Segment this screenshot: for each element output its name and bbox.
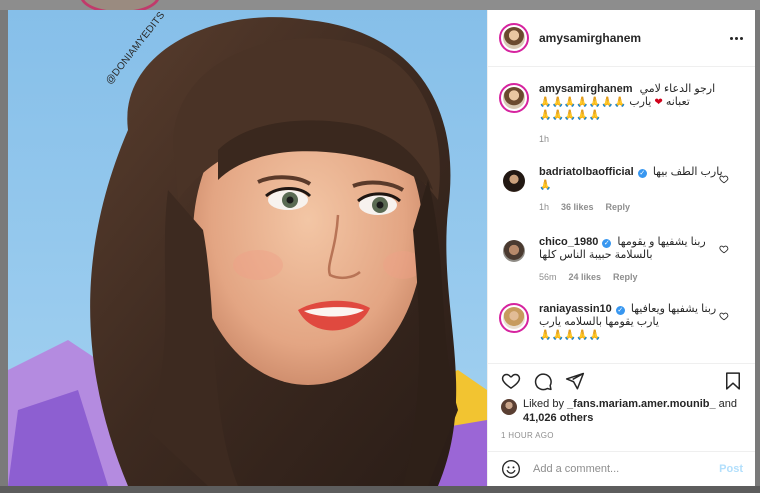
post-header: amysamirghanem	[488, 10, 755, 67]
caption-text-line2b: يارب	[629, 96, 652, 108]
comment-time: 56m	[539, 272, 557, 282]
verified-badge-icon: ✓	[615, 306, 625, 315]
comment-body: يارب الطف بيها	[652, 166, 723, 178]
caption-emoji-row1: 🙏🙏🙏🙏🙏🙏🙏	[539, 97, 627, 108]
more-options-icon[interactable]	[730, 33, 743, 44]
caption-username[interactable]: amysamirghanem	[539, 83, 633, 95]
add-comment-bar: Post	[488, 451, 755, 486]
comment-avatar[interactable]	[499, 166, 529, 196]
likes-prefix: Liked by	[523, 398, 564, 410]
post-caption: amysamirghanem ارجو الدعاء لامي 🙏🙏🙏🙏🙏🙏🙏 …	[488, 67, 755, 166]
post-photo[interactable]: @DONIAMYEDITS	[8, 10, 487, 486]
likes-connector: and	[718, 398, 738, 410]
caption-time: 1h	[539, 134, 550, 144]
reply-button[interactable]: Reply	[606, 202, 631, 212]
author-avatar[interactable]	[499, 23, 529, 53]
comment-item: badriatolbaofficial ✓ يارب الطف بيها 🙏 1h…	[488, 166, 755, 236]
comment-username[interactable]: raniayassin10	[539, 303, 612, 315]
comment-avatar[interactable]	[499, 236, 529, 266]
caption-text-line2a: تعبانه	[665, 96, 690, 108]
portrait-illustration	[8, 10, 487, 486]
red-heart-emoji-icon: ❤	[654, 97, 663, 108]
post-side-panel: amysamirghanem amysamirghanem ارجو الدعا…	[487, 10, 755, 486]
liker-avatar[interactable]	[501, 399, 517, 415]
verified-badge-icon: ✓	[637, 169, 647, 178]
comment-emoji: 🙏🙏🙏🙏🙏	[539, 330, 602, 341]
comment-emoji: 🙏	[539, 180, 552, 191]
post-modal: @DONIAMYEDITS amysamirghanem amysamirgha…	[8, 10, 755, 486]
comment-meta: 1h 36 likes Reply	[539, 202, 725, 212]
like-heart-icon[interactable]	[501, 371, 521, 391]
comment-like-heart-icon[interactable]	[719, 174, 729, 184]
comment-username[interactable]: badriatolbaofficial	[539, 166, 634, 178]
comment-time: 1h	[539, 202, 550, 212]
reply-button[interactable]: Reply	[613, 272, 638, 282]
comments-list[interactable]: amysamirghanem ارجو الدعاء لامي 🙏🙏🙏🙏🙏🙏🙏 …	[488, 67, 755, 363]
background-page-bottom	[0, 486, 760, 493]
comment-item: raniayassin10 ✓ ربنا يشفيها ويعافيها يارب…	[488, 303, 755, 363]
comment-text: chico_1980 ✓ ربنا يشفيها و يقومها بالسلام…	[539, 236, 725, 262]
caption-meta: 1h	[539, 134, 725, 144]
comment-bubble-icon[interactable]	[533, 371, 553, 391]
comment-text: raniayassin10 ✓ ربنا يشفيها ويعافيها يارب…	[539, 303, 725, 342]
comment-avatar[interactable]	[499, 303, 529, 333]
caption-text-line1: ارجو الدعاء لامي	[639, 83, 716, 95]
comment-meta: 56m 24 likes Reply	[539, 272, 725, 282]
likes-count[interactable]: 41,026 others	[523, 412, 593, 424]
caption-avatar[interactable]	[499, 83, 529, 113]
comment-like-heart-icon[interactable]	[719, 244, 729, 254]
post-comment-button[interactable]: Post	[719, 463, 743, 475]
share-paper-plane-icon[interactable]	[565, 371, 585, 391]
comment-text: badriatolbaofficial ✓ يارب الطف بيها 🙏	[539, 166, 725, 192]
comment-username[interactable]: chico_1980	[539, 236, 598, 248]
caption-text: amysamirghanem ارجو الدعاء لامي 🙏🙏🙏🙏🙏🙏🙏 …	[539, 83, 725, 122]
likes-text: Liked by _fans.mariam.amer.mounib_ and 4…	[523, 397, 737, 429]
liker-username[interactable]: _fans.mariam.amer.mounib_	[567, 398, 716, 410]
post-actions-bar	[488, 363, 755, 397]
comment-likes[interactable]: 36 likes	[561, 202, 594, 212]
author-avatar-image	[503, 27, 525, 49]
add-comment-input[interactable]	[533, 463, 720, 475]
comment-item: chico_1980 ✓ ربنا يشفيها و يقومها بالسلام…	[488, 236, 755, 303]
save-bookmark-icon[interactable]	[723, 371, 743, 391]
post-time-ago[interactable]: 1 HOUR AGO	[488, 429, 755, 451]
comment-like-heart-icon[interactable]	[719, 311, 729, 321]
emoji-smiley-icon[interactable]	[501, 459, 521, 479]
verified-badge-icon: ✓	[602, 239, 612, 248]
author-username[interactable]: amysamirghanem	[539, 31, 641, 45]
likes-summary: Liked by _fans.mariam.amer.mounib_ and 4…	[488, 397, 755, 429]
comment-likes[interactable]: 24 likes	[569, 272, 602, 282]
caption-emoji-row2: 🙏🙏🙏🙏🙏	[539, 110, 602, 121]
